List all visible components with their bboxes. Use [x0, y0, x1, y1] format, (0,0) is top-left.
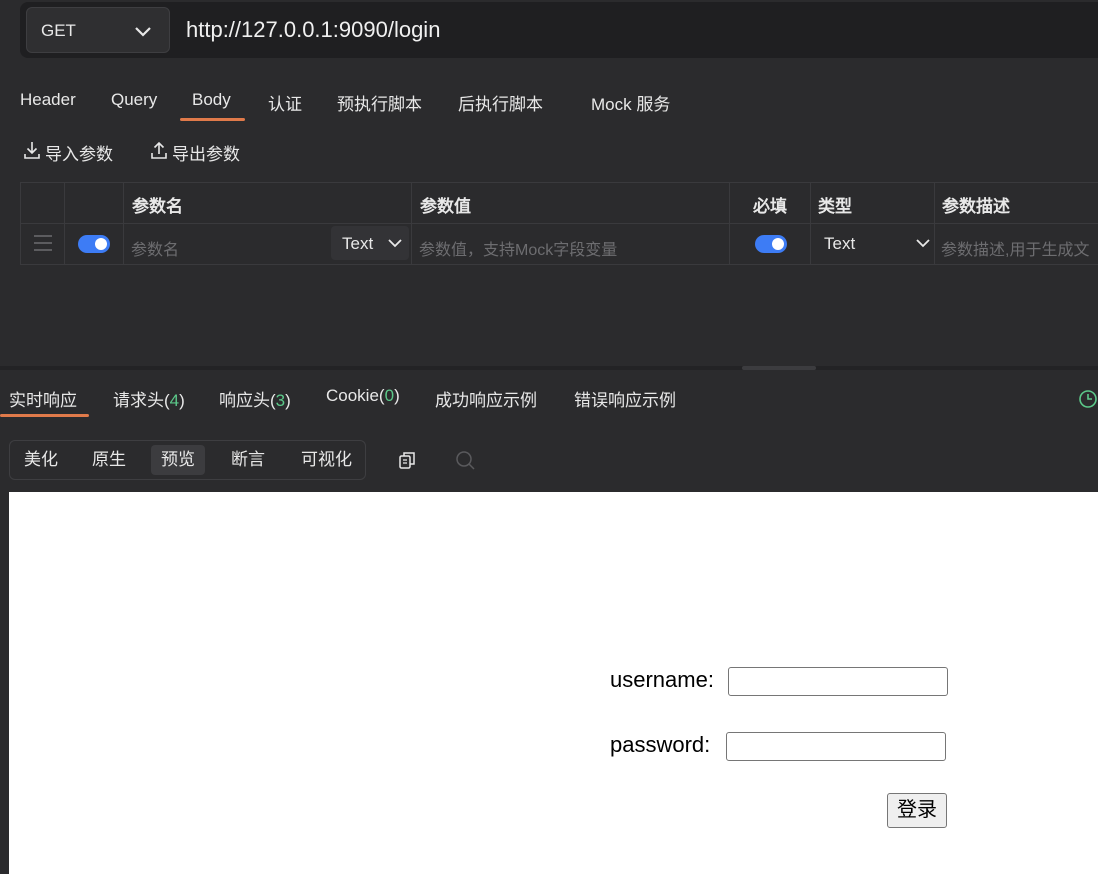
table-header: 参数名 参数值 必填 类型 参数描述 — [21, 183, 1098, 224]
url-bar: GET http://127.0.0.1:9090/login — [0, 0, 1098, 72]
header-param-name: 参数名 — [132, 197, 183, 216]
response-tabs: 实时响应 请求头(4) 响应头(3) Cookie(0) 成功响应示例 错误响应… — [0, 384, 1098, 418]
request-tabs: Header Query Body 认证 预执行脚本 后执行脚本 Mock 服务 — [0, 88, 1098, 124]
param-description-input[interactable]: 参数描述,用于生成文 — [941, 236, 1089, 260]
params-table: 参数名 参数值 必填 类型 参数描述 参数名 Text 参数值，支持Mock字段… — [20, 182, 1098, 265]
import-params-button[interactable]: 导入参数 — [22, 140, 113, 165]
view-mode-preview[interactable]: 预览 — [151, 445, 205, 475]
import-params-label: 导入参数 — [45, 145, 113, 164]
view-mode-beautify[interactable]: 美化 — [14, 445, 68, 475]
tab-response-headers-label: 响应头( — [219, 391, 276, 410]
tab-cookie-label: Cookie( — [326, 386, 385, 405]
password-input[interactable] — [726, 732, 946, 761]
paren: ) — [394, 386, 400, 405]
export-icon — [149, 140, 172, 165]
username-label: username: — [610, 667, 714, 692]
required-toggle[interactable] — [755, 235, 787, 253]
type-label: Text — [824, 234, 856, 253]
tab-response-headers[interactable]: 响应头(3) — [219, 386, 291, 411]
import-icon — [22, 140, 45, 165]
response-headers-count: 3 — [275, 391, 286, 410]
header-required: 必填 — [753, 197, 787, 216]
tab-error-example[interactable]: 错误响应示例 — [574, 386, 676, 411]
chevron-down-icon — [387, 235, 403, 256]
chevron-down-icon — [133, 21, 153, 46]
view-mode-assert[interactable]: 断言 — [221, 445, 275, 475]
username-input[interactable] — [728, 667, 948, 696]
search-icon[interactable] — [455, 450, 475, 475]
login-button[interactable]: 登录 — [887, 793, 947, 828]
tab-request-headers[interactable]: 请求头(4) — [113, 386, 185, 411]
enable-toggle[interactable] — [78, 235, 110, 253]
chevron-down-icon — [915, 235, 931, 256]
export-params-button[interactable]: 导出参数 — [149, 140, 240, 165]
panel-splitter — [0, 366, 1098, 370]
param-name-input[interactable]: 参数名 — [131, 236, 179, 260]
param-name-type-label: Text — [342, 234, 374, 253]
tab-query[interactable]: Query — [111, 90, 157, 110]
header-param-value: 参数值 — [420, 197, 471, 216]
header-type: 类型 — [818, 197, 852, 216]
password-label: password: — [610, 732, 711, 757]
type-select[interactable]: Text — [813, 226, 931, 260]
param-value-input[interactable]: 参数值，支持Mock字段变量 — [419, 236, 617, 260]
clock-icon[interactable] — [1078, 389, 1098, 414]
param-name-type-select[interactable]: Text — [331, 226, 409, 260]
tab-mock-service[interactable]: Mock 服务 — [591, 90, 670, 115]
header-description: 参数描述 — [942, 197, 1010, 216]
table-row: 参数名 Text 参数值，支持Mock字段变量 Text 参数描述,用于生成文 — [21, 223, 1098, 265]
tab-body[interactable]: Body — [192, 90, 231, 110]
copy-icon[interactable] — [397, 450, 417, 475]
url-box: GET http://127.0.0.1:9090/login — [20, 2, 1098, 58]
method-label: GET — [41, 21, 76, 40]
view-mode-switch: 美化 原生 预览 断言 可视化 — [9, 440, 366, 480]
url-input[interactable]: http://127.0.0.1:9090/login — [186, 17, 440, 43]
cookie-count: 0 — [384, 386, 395, 405]
active-tab-underline — [180, 118, 245, 121]
paren: ) — [179, 391, 185, 410]
tab-pre-script[interactable]: 预执行脚本 — [337, 90, 422, 115]
tab-realtime-response[interactable]: 实时响应 — [9, 386, 77, 411]
tab-request-headers-label: 请求头( — [113, 391, 170, 410]
method-select[interactable]: GET — [26, 7, 170, 53]
tab-success-example[interactable]: 成功响应示例 — [435, 386, 537, 411]
view-mode-visualize[interactable]: 可视化 — [291, 445, 362, 475]
tab-cookie[interactable]: Cookie(0) — [326, 386, 400, 406]
view-mode-raw[interactable]: 原生 — [82, 445, 136, 475]
drag-handle-icon[interactable] — [33, 234, 53, 257]
tab-post-script[interactable]: 后执行脚本 — [458, 90, 543, 115]
response-preview: username: password: 登录 — [9, 492, 1098, 874]
paren: ) — [285, 391, 291, 410]
tab-header[interactable]: Header — [20, 90, 76, 110]
tab-auth[interactable]: 认证 — [268, 90, 302, 115]
request-headers-count: 4 — [169, 391, 180, 410]
export-params-label: 导出参数 — [172, 145, 240, 164]
active-response-tab-underline — [0, 414, 89, 417]
splitter-handle[interactable] — [742, 366, 816, 370]
